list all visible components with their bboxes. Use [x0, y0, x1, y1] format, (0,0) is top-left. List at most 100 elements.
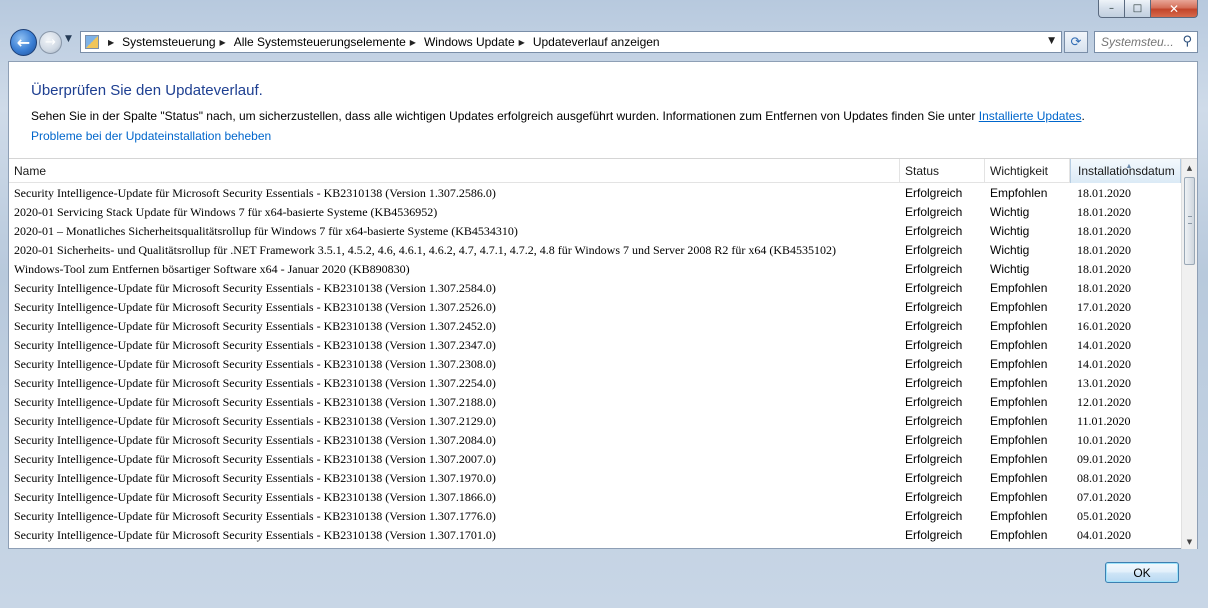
table-row[interactable]: Security Intelligence-Update für Microso… — [9, 431, 1181, 450]
cell-status: Erfolgreich — [905, 300, 963, 314]
cell-status: Erfolgreich — [905, 186, 963, 200]
cell-install-date: 14.01.2020 — [1077, 357, 1131, 371]
table-row[interactable]: Security Intelligence-Update für Microso… — [9, 336, 1181, 355]
table-row[interactable]: Security Intelligence-Update für Microso… — [9, 488, 1181, 507]
search-input[interactable] — [1101, 35, 1181, 49]
cell-install-date: 18.01.2020 — [1077, 224, 1131, 238]
table-row[interactable]: Security Intelligence-Update für Microso… — [9, 393, 1181, 412]
cell-importance: Empfohlen — [990, 433, 1048, 447]
refresh-button[interactable]: ⟳ — [1064, 31, 1088, 53]
cell-importance: Empfohlen — [990, 490, 1048, 504]
cell-install-date: 16.01.2020 — [1077, 319, 1131, 333]
breadcrumb-separator-icon[interactable]: ▶ — [220, 38, 226, 47]
description-end: . — [1081, 109, 1085, 123]
close-button[interactable]: ✕ — [1151, 0, 1198, 18]
cell-importance: Wichtig — [990, 205, 1030, 219]
recent-pages-dropdown[interactable]: ▼ — [65, 34, 72, 44]
cell-importance: Empfohlen — [990, 471, 1048, 485]
table-row[interactable]: Security Intelligence-Update für Microso… — [9, 279, 1181, 298]
page-description: Sehen Sie in der Spalte "Status" nach, u… — [31, 109, 1085, 123]
cell-install-date: 07.01.2020 — [1077, 490, 1131, 504]
column-header-importance[interactable]: Wichtigkeit — [985, 159, 1070, 183]
cell-status: Erfolgreich — [905, 376, 963, 390]
sort-ascending-icon: ▲ — [1125, 163, 1133, 170]
cell-install-date: 13.01.2020 — [1077, 376, 1131, 390]
breadcrumb-separator-icon[interactable]: ▶ — [108, 38, 114, 47]
cell-status: Erfolgreich — [905, 262, 963, 276]
cell-name: Security Intelligence-Update für Microso… — [14, 376, 496, 390]
navigation-bar: ← → ▼ ▶ Systemsteuerung ▶ Alle Systemste… — [0, 26, 1208, 60]
cell-name: Security Intelligence-Update für Microso… — [14, 357, 496, 371]
cell-install-date: 05.01.2020 — [1077, 509, 1131, 523]
cell-importance: Wichtig — [990, 243, 1030, 257]
installed-updates-link[interactable]: Installierte Updates — [979, 109, 1082, 123]
table-body: Security Intelligence-Update für Microso… — [9, 184, 1181, 545]
search-box[interactable]: ⚲ — [1094, 31, 1198, 53]
cell-importance: Empfohlen — [990, 319, 1048, 333]
cell-name: Security Intelligence-Update für Microso… — [14, 490, 496, 504]
address-bar[interactable]: ▶ Systemsteuerung ▶ Alle Systemsteuerung… — [80, 31, 1062, 53]
cell-status: Erfolgreich — [905, 395, 963, 409]
cell-status: Erfolgreich — [905, 433, 963, 447]
search-icon[interactable]: ⚲ — [1182, 34, 1192, 49]
breadcrumb-systemsteuerung[interactable]: Systemsteuerung — [122, 35, 215, 49]
table-row[interactable]: Security Intelligence-Update für Microso… — [9, 298, 1181, 317]
address-dropdown-icon[interactable]: ▼ — [1048, 36, 1055, 46]
cell-status: Erfolgreich — [905, 528, 963, 542]
cell-name: 2020-01 Servicing Stack Update für Windo… — [14, 205, 438, 219]
page-title: Überprüfen Sie den Updateverlauf. — [31, 82, 263, 99]
minimize-button[interactable]: – — [1098, 0, 1125, 18]
scroll-down-icon[interactable]: ▼ — [1182, 533, 1197, 549]
table-row[interactable]: Security Intelligence-Update für Microso… — [9, 507, 1181, 526]
table-row[interactable]: Windows-Tool zum Entfernen bösartiger So… — [9, 260, 1181, 279]
cell-status: Erfolgreich — [905, 414, 963, 428]
cell-status: Erfolgreich — [905, 224, 963, 238]
table-row[interactable]: Security Intelligence-Update für Microso… — [9, 374, 1181, 393]
forward-button[interactable]: → — [39, 31, 62, 54]
table-row[interactable]: 2020-01 Sicherheits- und Qualitätsrollup… — [9, 241, 1181, 260]
cell-name: Security Intelligence-Update für Microso… — [14, 414, 496, 428]
cell-name: Security Intelligence-Update für Microso… — [14, 509, 496, 523]
cell-status: Erfolgreich — [905, 319, 963, 333]
table-row[interactable]: 2020-01 Servicing Stack Update für Windo… — [9, 203, 1181, 222]
troubleshoot-link[interactable]: Probleme bei der Updateinstallation behe… — [31, 129, 271, 143]
breadcrumb-updateverlauf[interactable]: Updateverlauf anzeigen — [533, 35, 660, 49]
content-panel: Überprüfen Sie den Updateverlauf. Sehen … — [8, 61, 1198, 549]
breadcrumb-alle-elemente[interactable]: Alle Systemsteuerungselemente — [234, 35, 406, 49]
table-row[interactable]: Security Intelligence-Update für Microso… — [9, 526, 1181, 545]
breadcrumb-windows-update[interactable]: Windows Update — [424, 35, 515, 49]
cell-status: Erfolgreich — [905, 281, 963, 295]
description-text: Sehen Sie in der Spalte "Status" nach, u… — [31, 109, 979, 123]
cell-name: Security Intelligence-Update für Microso… — [14, 281, 496, 295]
ok-button[interactable]: OK — [1105, 562, 1179, 583]
maximize-button[interactable]: □ — [1125, 0, 1151, 18]
table-row[interactable]: Security Intelligence-Update für Microso… — [9, 355, 1181, 374]
cell-name: Security Intelligence-Update für Microso… — [14, 452, 496, 466]
scroll-up-icon[interactable]: ▲ — [1182, 159, 1197, 176]
cell-status: Erfolgreich — [905, 243, 963, 257]
table-row[interactable]: Security Intelligence-Update für Microso… — [9, 412, 1181, 431]
cell-importance: Wichtig — [990, 262, 1030, 276]
cell-install-date: 10.01.2020 — [1077, 433, 1131, 447]
cell-status: Erfolgreich — [905, 357, 963, 371]
cell-name: Security Intelligence-Update für Microso… — [14, 300, 496, 314]
scrollbar-thumb[interactable] — [1184, 177, 1195, 265]
vertical-scrollbar[interactable]: ▲ ▼ — [1181, 159, 1197, 549]
back-button[interactable]: ← — [10, 29, 37, 56]
cell-install-date: 18.01.2020 — [1077, 281, 1131, 295]
cell-install-date: 18.01.2020 — [1077, 243, 1131, 257]
breadcrumb-separator-icon[interactable]: ▶ — [410, 38, 416, 47]
table-row[interactable]: 2020-01 – Monatliches Sicherheitsqualitä… — [9, 222, 1181, 241]
cell-importance: Empfohlen — [990, 452, 1048, 466]
table-row[interactable]: Security Intelligence-Update für Microso… — [9, 317, 1181, 336]
column-header-status[interactable]: Status — [900, 159, 985, 183]
window-controls: – □ ✕ — [1098, 0, 1198, 18]
refresh-icon: ⟳ — [1070, 34, 1082, 50]
column-header-install-date[interactable]: ▲ Installationsdatum — [1070, 159, 1181, 183]
table-row[interactable]: Security Intelligence-Update für Microso… — [9, 450, 1181, 469]
column-header-name[interactable]: Name — [9, 159, 900, 183]
table-row[interactable]: Security Intelligence-Update für Microso… — [9, 184, 1181, 203]
breadcrumb-separator-icon[interactable]: ▶ — [519, 38, 525, 47]
cell-importance: Empfohlen — [990, 281, 1048, 295]
table-row[interactable]: Security Intelligence-Update für Microso… — [9, 469, 1181, 488]
